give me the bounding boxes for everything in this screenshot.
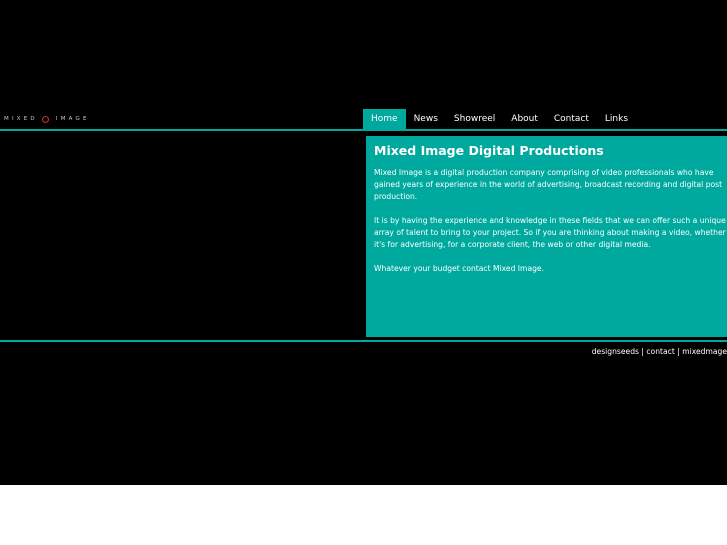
footer-divider: [0, 340, 727, 342]
footer-link-designseeds[interactable]: designseeds: [592, 347, 639, 356]
nav-item-about[interactable]: About: [503, 109, 546, 129]
logo-text-right: IMAGE: [55, 116, 90, 122]
content-panel: Mixed Image Digital Productions Mixed Im…: [366, 136, 727, 337]
nav-item-contact[interactable]: Contact: [546, 109, 597, 129]
experience-paragraph: It is by having the experience and knowl…: [374, 216, 726, 249]
logo-ring-icon: [41, 115, 49, 123]
footer-links: designseeds | contact | mixedmage: [592, 347, 727, 356]
nav-item-home[interactable]: Home: [363, 109, 406, 129]
budget-paragraph: Whatever your budget contact Mixed Image…: [374, 264, 545, 273]
nav-item-links[interactable]: Links: [597, 109, 636, 129]
main-nav: Home News Showreel About Contact Links: [363, 109, 636, 129]
intro-paragraph: Mixed Image is a digital production comp…: [374, 168, 723, 201]
footer-link-contact[interactable]: contact: [646, 347, 674, 356]
site-logo[interactable]: MIXED IMAGE: [4, 114, 90, 124]
footer-link-mixedmage[interactable]: mixedmage: [682, 347, 727, 356]
page-stage: MIXED IMAGE Home News Showreel About Con…: [0, 0, 727, 485]
logo-text-left: MIXED: [4, 116, 38, 122]
page-title: Mixed Image Digital Productions: [374, 143, 604, 158]
nav-item-showreel[interactable]: Showreel: [446, 109, 503, 129]
nav-item-news[interactable]: News: [406, 109, 446, 129]
header-divider: [0, 129, 727, 131]
